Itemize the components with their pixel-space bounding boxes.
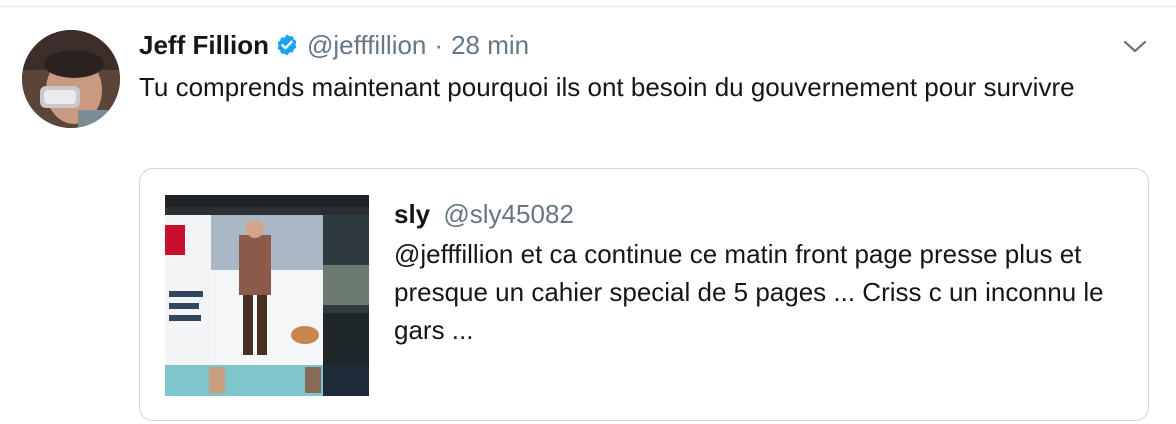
quoted-tweet-text: @jefffillion et ca continue ce matin fro…	[394, 239, 1104, 345]
verified-badge-icon	[275, 33, 299, 57]
tweet-header: Jeff Fillion @jefffillion · 28 min	[139, 28, 529, 62]
tweet-text: Tu comprends maintenant pourquoi ils ont…	[139, 72, 1075, 102]
quoted-author-name[interactable]: sly	[394, 199, 430, 229]
chevron-down-icon[interactable]	[1120, 34, 1150, 58]
quoted-header: sly @sly45082	[394, 199, 574, 230]
divider	[0, 6, 1176, 7]
author-handle[interactable]: @jefffillion	[307, 30, 426, 61]
timestamp[interactable]: 28 min	[451, 30, 529, 61]
author-name[interactable]: Jeff Fillion	[139, 30, 269, 61]
quoted-author-handle[interactable]: @sly45082	[443, 199, 573, 229]
avatar-photo	[22, 30, 120, 128]
quoted-tweet-card[interactable]: sly @sly45082 @jefffillion et ca continu…	[139, 168, 1149, 421]
separator-dot: ·	[434, 29, 444, 60]
avatar[interactable]	[22, 30, 120, 128]
quoted-tweet-image	[165, 195, 369, 396]
